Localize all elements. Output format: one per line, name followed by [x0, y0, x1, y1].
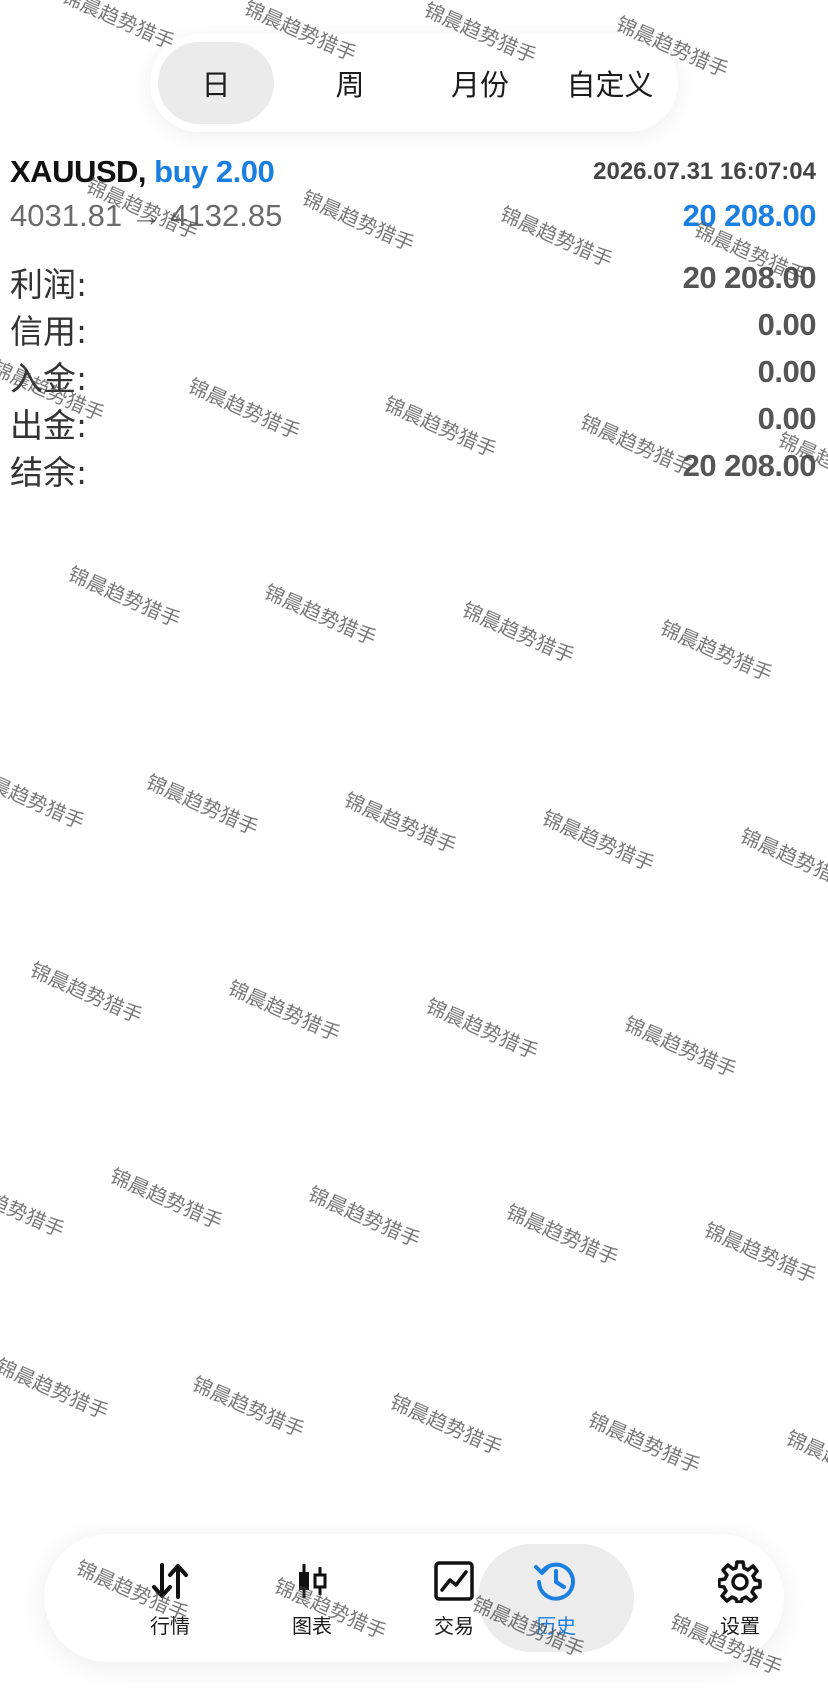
history-clock-icon — [533, 1558, 579, 1604]
account-summary: 利润: 20 208.00 信用: 0.00 入金: 0.00 出金: 0.00… — [10, 258, 817, 493]
summary-row-deposit: 入金: 0.00 — [10, 352, 817, 399]
gear-icon — [717, 1558, 763, 1604]
candlestick-chart-icon — [289, 1558, 335, 1604]
nav-label-quotes: 行情 — [150, 1613, 190, 1638]
watermark-text: 锦晨趋势猎手 — [538, 805, 658, 877]
watermark-text: 锦晨趋势猎手 — [620, 1011, 740, 1083]
period-tab-week[interactable]: 周 — [290, 42, 410, 124]
summary-label: 出金: — [10, 406, 88, 445]
watermark-text: 锦晨趋势猎手 — [700, 1217, 820, 1289]
nav-item-history[interactable]: 历史 — [478, 1544, 634, 1652]
trade-side-volume: buy 2.00 — [154, 154, 275, 189]
summary-value: 0.00 — [757, 354, 817, 389]
watermark-text: 锦晨趋势猎手 — [0, 1171, 68, 1243]
watermark-text: 锦晨趋势猎手 — [188, 1371, 308, 1443]
trade-entry-header[interactable]: XAUUSD, buy 2.00 2026.07.31 16:07:04 — [10, 154, 816, 194]
trade-entry-details[interactable]: 4031.81 → 4132.85 20 208.00 — [10, 198, 817, 240]
watermark-text: 锦晨趋势猎手 — [0, 763, 88, 835]
nav-item-settings[interactable]: 设置 — [670, 1544, 810, 1652]
trade-datetime: 2026.07.31 16:07:04 — [593, 158, 816, 185]
watermark-text: 锦晨趋势猎手 — [584, 1407, 704, 1479]
trade-chart-icon — [431, 1558, 477, 1604]
summary-row-profit: 利润: 20 208.00 — [10, 258, 817, 305]
watermark-text: 锦晨趋势猎手 — [26, 957, 146, 1029]
quotes-arrows-icon — [147, 1558, 193, 1604]
watermark-text: 锦晨趋势猎手 — [260, 579, 380, 651]
summary-row-balance: 结余: 20 208.00 — [10, 446, 817, 493]
watermark-text: 锦晨趋势猎手 — [422, 993, 542, 1065]
summary-value: 20 208.00 — [682, 448, 817, 483]
watermark-text: 锦晨趋势猎手 — [340, 787, 460, 859]
summary-row-withdrawal: 出金: 0.00 — [10, 399, 817, 446]
watermark-text: 锦晨趋势猎手 — [458, 597, 578, 669]
period-tab-month[interactable]: 月份 — [420, 42, 540, 124]
trade-symbol-line: XAUUSD, buy 2.00 — [10, 154, 275, 190]
watermark-text: 锦晨趋势猎手 — [142, 769, 262, 841]
watermark-text: 锦晨趋势猎手 — [386, 1389, 506, 1461]
watermark-text: 锦晨趋势猎手 — [0, 1353, 112, 1425]
summary-label: 利润: — [10, 265, 88, 304]
nav-item-charts[interactable]: 图表 — [242, 1544, 382, 1652]
watermark-text: 锦晨趋势猎手 — [58, 0, 178, 55]
summary-value: 20 208.00 — [682, 260, 817, 295]
period-tab-custom[interactable]: 自定义 — [550, 42, 670, 124]
watermark-layer: 锦晨趋势猎手 锦晨趋势猎手 锦晨趋势猎手 锦晨趋势猎手 锦晨趋势猎手 锦晨趋势猎… — [0, 0, 828, 1708]
watermark-text: 锦晨趋势猎手 — [782, 1425, 828, 1497]
watermark-text: 锦晨趋势猎手 — [304, 1181, 424, 1253]
watermark-text: 锦晨趋势猎手 — [656, 615, 776, 687]
trade-profit: 20 208.00 — [682, 198, 817, 233]
summary-value: 0.00 — [757, 307, 817, 342]
summary-label: 入金: — [10, 359, 88, 398]
trade-symbol: XAUUSD, — [10, 154, 147, 189]
summary-label: 信用: — [10, 312, 88, 351]
bottom-navigation-bar: 行情 图表 交易 历史 设置 — [44, 1534, 784, 1662]
watermark-text: 锦晨趋势猎手 — [736, 823, 828, 895]
nav-label-settings: 设置 — [720, 1613, 760, 1638]
nav-label-charts: 图表 — [292, 1613, 332, 1638]
summary-row-credit: 信用: 0.00 — [10, 305, 817, 352]
watermark-text: 锦晨趋势猎手 — [502, 1199, 622, 1271]
summary-label: 结余: — [10, 453, 88, 492]
summary-value: 0.00 — [757, 401, 817, 436]
period-segmented-control: 日 周 月份 自定义 — [150, 34, 678, 132]
period-tab-day[interactable]: 日 — [158, 42, 274, 124]
nav-item-quotes[interactable]: 行情 — [100, 1544, 240, 1652]
nav-label-trade: 交易 — [434, 1613, 474, 1638]
watermark-text: 锦晨趋势猎手 — [224, 975, 344, 1047]
watermark-text: 锦晨趋势猎手 — [64, 561, 184, 633]
trade-prices: 4031.81 → 4132.85 — [10, 198, 283, 233]
nav-label-history: 历史 — [536, 1613, 576, 1638]
watermark-text: 锦晨趋势猎手 — [106, 1163, 226, 1235]
